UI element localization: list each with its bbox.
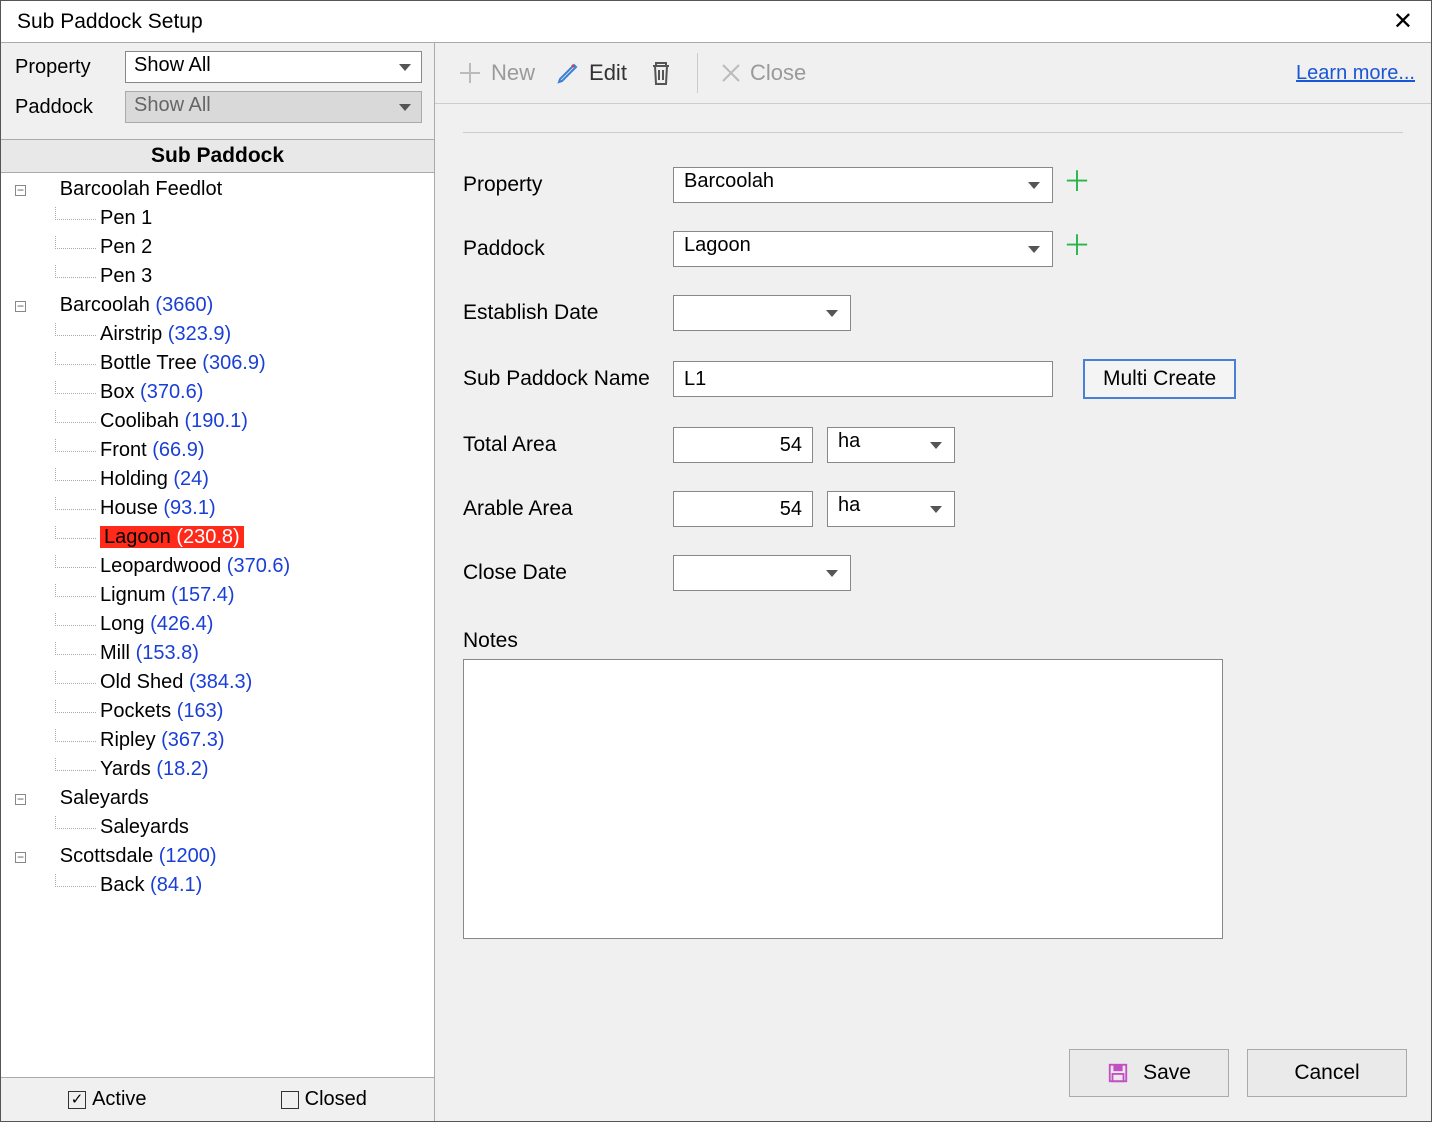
learn-more-link[interactable]: Learn more... <box>1296 62 1415 85</box>
tree-leaf[interactable]: Lignum (157.4) <box>1 581 434 610</box>
collapse-icon[interactable]: − <box>15 185 26 196</box>
plus-icon <box>457 60 483 86</box>
active-checkbox[interactable]: Active <box>68 1088 146 1111</box>
tree-header: Sub Paddock <box>1 139 434 173</box>
arable-area-input[interactable] <box>673 491 813 527</box>
tree-group[interactable]: − Scottsdale (1200) <box>1 842 434 871</box>
sub-paddock-setup-window: Sub Paddock Setup ✕ Property Show All Pa… <box>0 0 1432 1122</box>
paddock-label: Paddock <box>463 237 673 261</box>
new-button[interactable]: New <box>451 56 541 90</box>
tree-leaf[interactable]: House (93.1) <box>1 494 434 523</box>
edit-button[interactable]: Edit <box>549 56 633 90</box>
filter-paddock-select: Show All <box>125 91 422 123</box>
tree-leaf[interactable]: Leopardwood (370.6) <box>1 552 434 581</box>
tree-leaf[interactable]: Pockets (163) <box>1 697 434 726</box>
pencil-icon <box>555 60 581 86</box>
notes-textarea[interactable] <box>463 659 1223 939</box>
closed-checkbox[interactable]: Closed <box>281 1088 367 1111</box>
paddock-select[interactable]: Lagoon <box>673 231 1053 267</box>
tree-leaf[interactable]: Airstrip (323.9) <box>1 320 434 349</box>
tree-leaf[interactable]: Pen 2 <box>1 233 434 262</box>
cancel-button[interactable]: Cancel <box>1247 1049 1407 1097</box>
close-date-label: Close Date <box>463 561 673 585</box>
tree-leaf[interactable]: Back (84.1) <box>1 871 434 900</box>
establish-date-label: Establish Date <box>463 301 673 325</box>
right-panel: New Edit Close Learn more... <box>435 43 1431 1121</box>
tree-leaf[interactable]: Ripley (367.3) <box>1 726 434 755</box>
arable-area-unit-select[interactable]: ha <box>827 491 955 527</box>
paddock-tree[interactable]: − Barcoolah FeedlotPen 1Pen 2Pen 3− Barc… <box>1 173 434 1077</box>
tree-leaf[interactable]: Old Shed (384.3) <box>1 668 434 697</box>
tree-leaf[interactable]: Pen 3 <box>1 262 434 291</box>
arable-area-label: Arable Area <box>463 497 673 521</box>
tree-leaf[interactable]: Box (370.6) <box>1 378 434 407</box>
filter-property-select[interactable]: Show All <box>125 51 422 83</box>
delete-button[interactable] <box>641 54 681 92</box>
sub-paddock-name-input[interactable] <box>673 361 1053 397</box>
tree-leaf[interactable]: Mill (153.8) <box>1 639 434 668</box>
close-date-input[interactable] <box>673 555 851 591</box>
toolbar: New Edit Close Learn more... <box>435 43 1431 104</box>
window-title: Sub Paddock Setup <box>17 10 203 34</box>
tree-group[interactable]: − Barcoolah (3660) <box>1 291 434 320</box>
add-property-button[interactable]: ＋ <box>1063 171 1091 199</box>
add-paddock-button[interactable]: ＋ <box>1063 235 1091 263</box>
close-icon[interactable]: ✕ <box>1387 7 1419 36</box>
collapse-icon[interactable]: − <box>15 301 26 312</box>
total-area-unit-select[interactable]: ha <box>827 427 955 463</box>
filter-property-label: Property <box>15 56 125 79</box>
tree-group[interactable]: − Saleyards <box>1 784 434 813</box>
property-label: Property <box>463 173 673 197</box>
tree-group[interactable]: − Barcoolah Feedlot <box>1 175 434 204</box>
trash-icon <box>647 58 675 88</box>
establish-date-input[interactable] <box>673 295 851 331</box>
tree-leaf[interactable]: Yards (18.2) <box>1 755 434 784</box>
filter-paddock-label: Paddock <box>15 96 125 119</box>
tree-leaf[interactable]: Lagoon (230.8) <box>1 523 434 552</box>
sub-paddock-name-label: Sub Paddock Name <box>463 367 673 391</box>
total-area-input[interactable] <box>673 427 813 463</box>
tree-leaf[interactable]: Saleyards <box>1 813 434 842</box>
titlebar: Sub Paddock Setup ✕ <box>1 1 1431 42</box>
close-button[interactable]: Close <box>714 56 812 90</box>
collapse-icon[interactable]: − <box>15 794 26 805</box>
total-area-label: Total Area <box>463 433 673 457</box>
x-icon <box>720 62 742 84</box>
tree-leaf[interactable]: Front (66.9) <box>1 436 434 465</box>
left-panel: Property Show All Paddock Show All Sub P… <box>1 43 435 1121</box>
save-icon <box>1107 1062 1129 1084</box>
tree-leaf[interactable]: Long (426.4) <box>1 610 434 639</box>
save-button[interactable]: Save <box>1069 1049 1229 1097</box>
notes-label: Notes <box>463 629 1403 653</box>
collapse-icon[interactable]: − <box>15 852 26 863</box>
tree-leaf[interactable]: Pen 1 <box>1 204 434 233</box>
tree-leaf[interactable]: Coolibah (190.1) <box>1 407 434 436</box>
tree-leaf[interactable]: Bottle Tree (306.9) <box>1 349 434 378</box>
multi-create-button[interactable]: Multi Create <box>1083 359 1236 399</box>
property-select[interactable]: Barcoolah <box>673 167 1053 203</box>
tree-leaf[interactable]: Holding (24) <box>1 465 434 494</box>
